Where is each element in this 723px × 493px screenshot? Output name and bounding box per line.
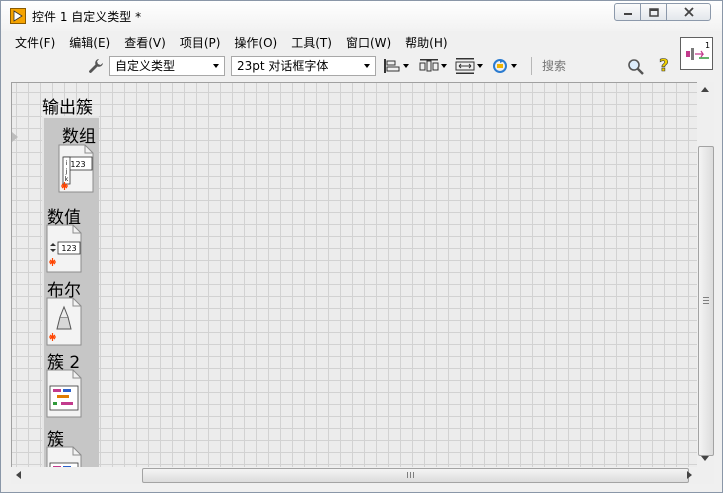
vertical-scroll-thumb[interactable] <box>698 146 714 456</box>
numeric-glyph-text: 123 <box>61 244 76 253</box>
resize-objects-button[interactable] <box>455 57 483 75</box>
connector-pane-icon: 1 <box>686 41 710 60</box>
close-button[interactable] <box>666 3 711 21</box>
toolbar: 自定义类型 23pt 对话框字体 搜索 ? <box>9 53 673 79</box>
array-glyph-text: 123 <box>70 160 85 169</box>
menu-edit[interactable]: 编辑(E) <box>63 34 116 51</box>
toolbar-separator <box>531 57 532 75</box>
menu-help[interactable]: 帮助(H) <box>399 34 453 51</box>
horizontal-scrollbar[interactable] <box>11 467 697 484</box>
chevron-down-icon <box>364 64 370 68</box>
size-grip[interactable] <box>697 467 714 484</box>
resize-objects-icon <box>455 58 475 74</box>
wrench-icon[interactable] <box>88 58 104 74</box>
svg-text:?: ? <box>659 56 669 75</box>
font-select[interactable]: 23pt 对话框字体 <box>231 56 376 76</box>
align-objects-button[interactable] <box>383 57 409 75</box>
vi-window: 控件 1 自定义类型 * 文件(F) 编辑(E) 查看(V) 项目(P) 操作(… <box>0 0 723 493</box>
reorder-icon <box>493 59 507 73</box>
window-title: 控件 1 自定义类型 * <box>32 10 142 24</box>
cluster-label: 输出簇 <box>42 98 93 118</box>
maximize-icon <box>648 7 659 17</box>
labview-app-icon <box>10 8 26 24</box>
grip-line <box>407 472 408 478</box>
scroll-left-icon[interactable] <box>15 471 21 479</box>
align-objects-icon <box>384 59 400 73</box>
connector-pane[interactable]: 1 <box>680 37 713 70</box>
chevron-down-icon <box>441 64 447 68</box>
menu-tools[interactable]: 工具(T) <box>285 34 338 51</box>
array-terminal-icon[interactable]: 123 i j k <box>58 144 94 193</box>
cluster-terminal-icon[interactable] <box>46 446 82 468</box>
menu-project[interactable]: 项目(P) <box>174 34 227 51</box>
grip-line <box>703 300 709 301</box>
cluster-terminal-icon[interactable] <box>46 369 82 418</box>
menu-window[interactable]: 窗口(W) <box>340 34 397 51</box>
boolean-terminal-icon[interactable] <box>46 297 82 346</box>
maximize-button[interactable] <box>640 3 667 21</box>
front-panel-canvas[interactable]: 输出簇 数组 123 i j k 数值 123 布尔 簇 2 簇 <box>11 82 698 468</box>
menu-operate[interactable]: 操作(O) <box>228 34 283 51</box>
chevron-down-icon <box>403 64 409 68</box>
array-index-k: k <box>65 176 69 183</box>
distribute-objects-button[interactable] <box>419 57 447 75</box>
array-index-j: j <box>65 168 68 175</box>
control-type-value: 自定义类型 <box>115 59 176 73</box>
menu-view[interactable]: 查看(V) <box>118 34 172 51</box>
search-input[interactable] <box>539 56 626 76</box>
distribute-objects-icon <box>419 59 439 72</box>
search-icon[interactable] <box>627 58 645 76</box>
menu-file[interactable]: 文件(F) <box>9 34 61 51</box>
minimize-button[interactable] <box>614 3 641 21</box>
search-box <box>539 56 649 76</box>
scroll-right-icon[interactable] <box>687 471 693 479</box>
grip-line <box>703 297 709 298</box>
help-icon[interactable]: ? <box>656 55 672 75</box>
numeric-terminal-icon[interactable]: 123 <box>46 224 82 273</box>
scroll-down-icon[interactable] <box>701 456 709 462</box>
chevron-down-icon <box>213 64 219 68</box>
grip-line <box>703 303 709 304</box>
control-type-select[interactable]: 自定义类型 <box>109 56 225 76</box>
chevron-down-icon <box>511 64 517 68</box>
reorder-button[interactable] <box>491 57 517 75</box>
chevron-down-icon <box>477 64 483 68</box>
grip-line <box>410 472 411 478</box>
horizontal-scroll-thumb[interactable] <box>142 468 689 483</box>
menu-bar: 文件(F) 编辑(E) 查看(V) 项目(P) 操作(O) 工具(T) 窗口(W… <box>9 32 673 52</box>
font-value: 23pt 对话框字体 <box>237 59 329 73</box>
title-bar[interactable]: 控件 1 自定义类型 * <box>1 1 722 31</box>
close-icon <box>683 7 694 17</box>
minimize-icon <box>623 13 632 15</box>
grip-line <box>413 472 414 478</box>
vertical-scrollbar[interactable] <box>697 82 714 467</box>
scroll-up-icon[interactable] <box>701 86 709 92</box>
connector-number: 1 <box>705 41 710 50</box>
origin-marker-icon <box>12 132 18 142</box>
